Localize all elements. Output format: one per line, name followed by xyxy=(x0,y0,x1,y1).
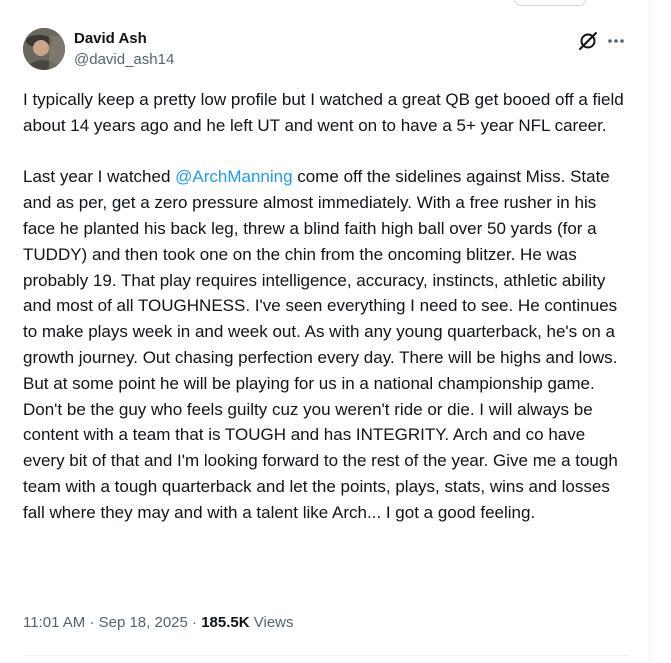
grok-icon[interactable] xyxy=(577,30,599,52)
post-paragraph-2-start: Last year I watched xyxy=(23,167,176,187)
more-icon[interactable] xyxy=(605,30,627,52)
post-paragraph-1: I typically keep a pretty low profile bu… xyxy=(23,90,629,135)
views-label: Views xyxy=(253,614,294,631)
post-text: I typically keep a pretty low profile bu… xyxy=(23,87,629,526)
meta-separator: · xyxy=(89,614,95,631)
mention-link[interactable]: @ArchManning xyxy=(175,167,292,186)
avatar[interactable] xyxy=(23,28,65,70)
post-time[interactable]: 11:01 AM xyxy=(23,614,85,631)
views-count: 185.5K xyxy=(201,614,250,631)
post-date[interactable]: Sep 18, 2025 xyxy=(99,614,188,631)
more-dots-glyph xyxy=(608,39,624,43)
divider xyxy=(23,655,629,656)
author-handle[interactable]: @david_ash14 xyxy=(74,50,174,70)
author-display-name[interactable]: David Ash xyxy=(74,29,147,49)
post-header: David Ash @david_ash14 xyxy=(23,26,629,74)
grok-icon-glyph xyxy=(579,32,597,50)
post-card: David Ash @david_ash14 I typically keep … xyxy=(0,0,650,663)
meta-separator-2: · xyxy=(192,614,198,631)
post-paragraph-2-rest: come off the sidelines against Miss. Sta… xyxy=(23,167,623,522)
top-pill-button[interactable] xyxy=(514,0,586,6)
post-meta: 11:01 AM · Sep 18, 2025 · 185.5K Views xyxy=(23,613,294,633)
avatar-photo xyxy=(23,28,65,70)
